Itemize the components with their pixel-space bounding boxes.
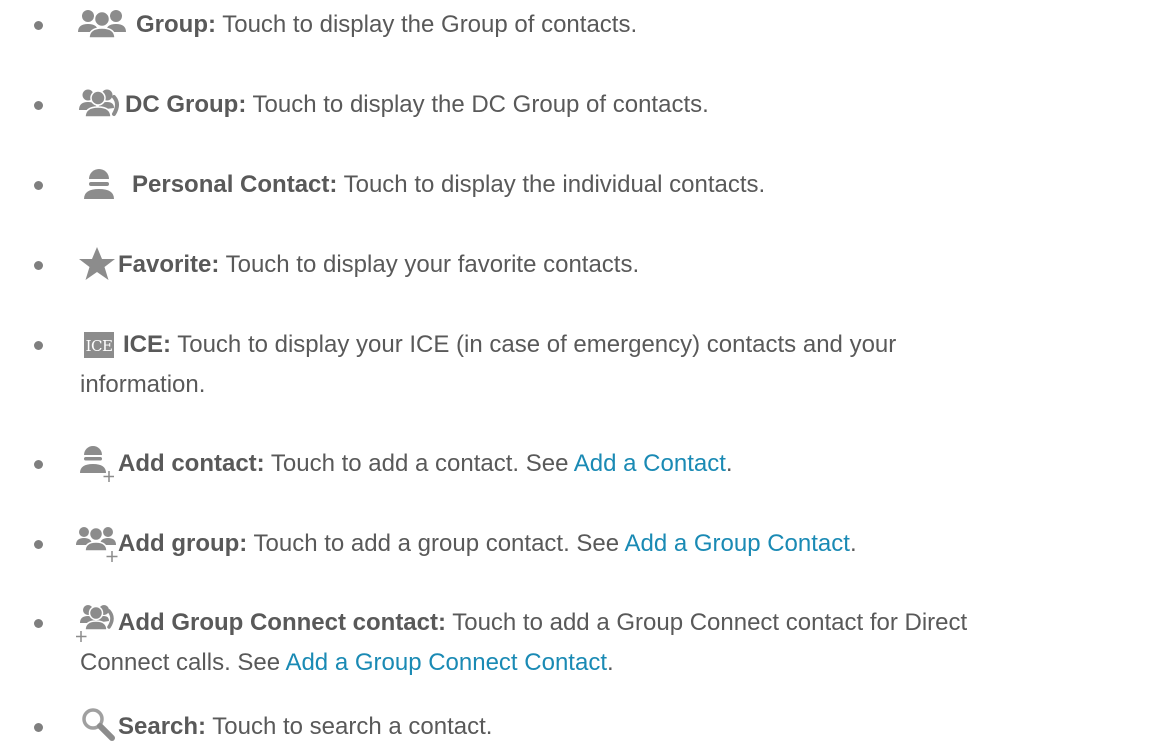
dc-group-icon xyxy=(78,86,122,122)
item-text: Group: Touch to display the Group of con… xyxy=(136,11,638,38)
bullet xyxy=(34,540,43,549)
bullet xyxy=(34,619,43,628)
bullet xyxy=(34,261,43,270)
item-text: Search: Touch to search a contact. xyxy=(118,713,493,740)
contacts-icon-list: Group: Touch to display the Group of con… xyxy=(0,0,1166,749)
svg-text:ICE: ICE xyxy=(86,337,113,355)
list-item-ice: ICE ICE: Touch to display your ICE (in c… xyxy=(0,326,1166,406)
item-text: Favorite: Touch to display your favorite… xyxy=(118,251,640,278)
bullet xyxy=(34,341,43,350)
add-a-group-connect-contact-link[interactable]: Add a Group Connect Contact xyxy=(285,649,607,676)
add-a-group-contact-link[interactable]: Add a Group Contact xyxy=(624,530,849,557)
item-text: Add contact: Touch to add a contact. See… xyxy=(118,450,733,477)
add-contact-icon xyxy=(80,443,114,483)
item-text: Add group: Touch to add a group contact.… xyxy=(118,530,857,557)
item-text: ICE: Touch to display your ICE (in case … xyxy=(123,331,897,358)
item-text-continuation: Connect calls. See Add a Group Connect C… xyxy=(80,649,614,676)
search-icon xyxy=(80,706,116,742)
person-icon xyxy=(83,166,115,202)
item-text: DC Group: Touch to display the DC Group … xyxy=(125,91,709,118)
star-icon xyxy=(78,246,116,282)
bullet xyxy=(34,181,43,190)
bullet xyxy=(34,460,43,469)
add-group-connect-icon xyxy=(76,602,116,644)
bullet xyxy=(34,723,43,732)
list-item-add-group-connect: Add Group Connect contact: Touch to add … xyxy=(0,604,1166,684)
bullet xyxy=(34,21,43,30)
item-text: Add Group Connect contact: Touch to add … xyxy=(118,609,968,636)
bullet xyxy=(34,101,43,110)
add-group-icon xyxy=(75,523,119,563)
ice-icon: ICE xyxy=(84,332,114,358)
item-text: Personal Contact: Touch to display the i… xyxy=(132,171,766,198)
add-a-contact-link[interactable]: Add a Contact xyxy=(574,450,726,477)
item-text-continuation: information. xyxy=(80,371,206,398)
group-icon xyxy=(77,6,127,42)
